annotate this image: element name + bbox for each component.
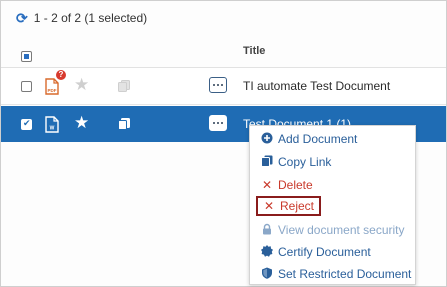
table-header: Title	[1, 39, 446, 68]
menu-item-label: Reject	[280, 199, 315, 213]
refresh-icon[interactable]: ⟳	[16, 11, 28, 25]
row-checkbox[interactable]	[21, 81, 32, 92]
menu-item-delete[interactable]: ✕ Delete	[261, 176, 313, 194]
shield-icon	[261, 267, 273, 281]
selection-count-bar: ⟳ 1 - 2 of 2 (1 selected)	[16, 10, 147, 26]
star-icon[interactable]: ★	[74, 114, 89, 131]
menu-item-copy-link[interactable]: Copy Link	[261, 153, 331, 171]
select-all-checkbox[interactable]	[21, 51, 32, 62]
copy-icon[interactable]	[118, 80, 130, 92]
menu-item-label: View document security	[278, 223, 405, 237]
menu-item-label: Copy Link	[278, 155, 332, 169]
menu-item-label: Delete	[278, 178, 313, 192]
menu-item-set-restricted-document[interactable]: Set Restricted Document	[261, 265, 411, 283]
menu-item-reject[interactable]: ✕ Reject	[256, 196, 322, 216]
copy-icon[interactable]	[118, 118, 130, 130]
menu-item-certify-document[interactable]: Certify Document	[261, 243, 371, 261]
row-checkbox-checked[interactable]	[21, 118, 32, 130]
document-list-panel: ⟳ 1 - 2 of 2 (1 selected) Title PDF ? ★ …	[0, 0, 447, 287]
menu-item-label: Set Restricted Document	[278, 267, 412, 281]
table-row[interactable]: PDF ? ★ TI automate Test Document	[1, 68, 446, 105]
x-icon: ✕	[263, 199, 275, 213]
context-menu: Add Document Copy Link ✕ Delete ✕ Reject…	[249, 125, 416, 285]
lock-icon	[261, 223, 273, 237]
more-actions-button[interactable]	[209, 115, 227, 131]
selection-count-text: 1 - 2 of 2 (1 selected)	[33, 11, 148, 25]
menu-item-label: Certify Document	[278, 245, 371, 259]
more-actions-button[interactable]	[209, 77, 227, 93]
menu-item-view-document-security[interactable]: View document security	[261, 221, 405, 239]
menu-item-label: Add Document	[278, 132, 358, 146]
pdf-file-icon: PDF	[45, 78, 59, 95]
copy-icon	[261, 155, 273, 169]
warning-badge-icon: ?	[56, 70, 66, 80]
svg-text:W: W	[50, 126, 55, 132]
svg-text:PDF: PDF	[48, 88, 57, 93]
column-header-title[interactable]: Title	[243, 45, 265, 57]
document-title[interactable]: TI automate Test Document	[243, 79, 390, 93]
word-file-icon: W	[45, 116, 59, 133]
menu-item-add-document[interactable]: Add Document	[261, 130, 357, 148]
star-icon[interactable]: ★	[74, 76, 89, 93]
plus-circle-icon	[261, 132, 273, 146]
certificate-icon	[261, 245, 273, 259]
x-icon: ✕	[261, 178, 273, 192]
